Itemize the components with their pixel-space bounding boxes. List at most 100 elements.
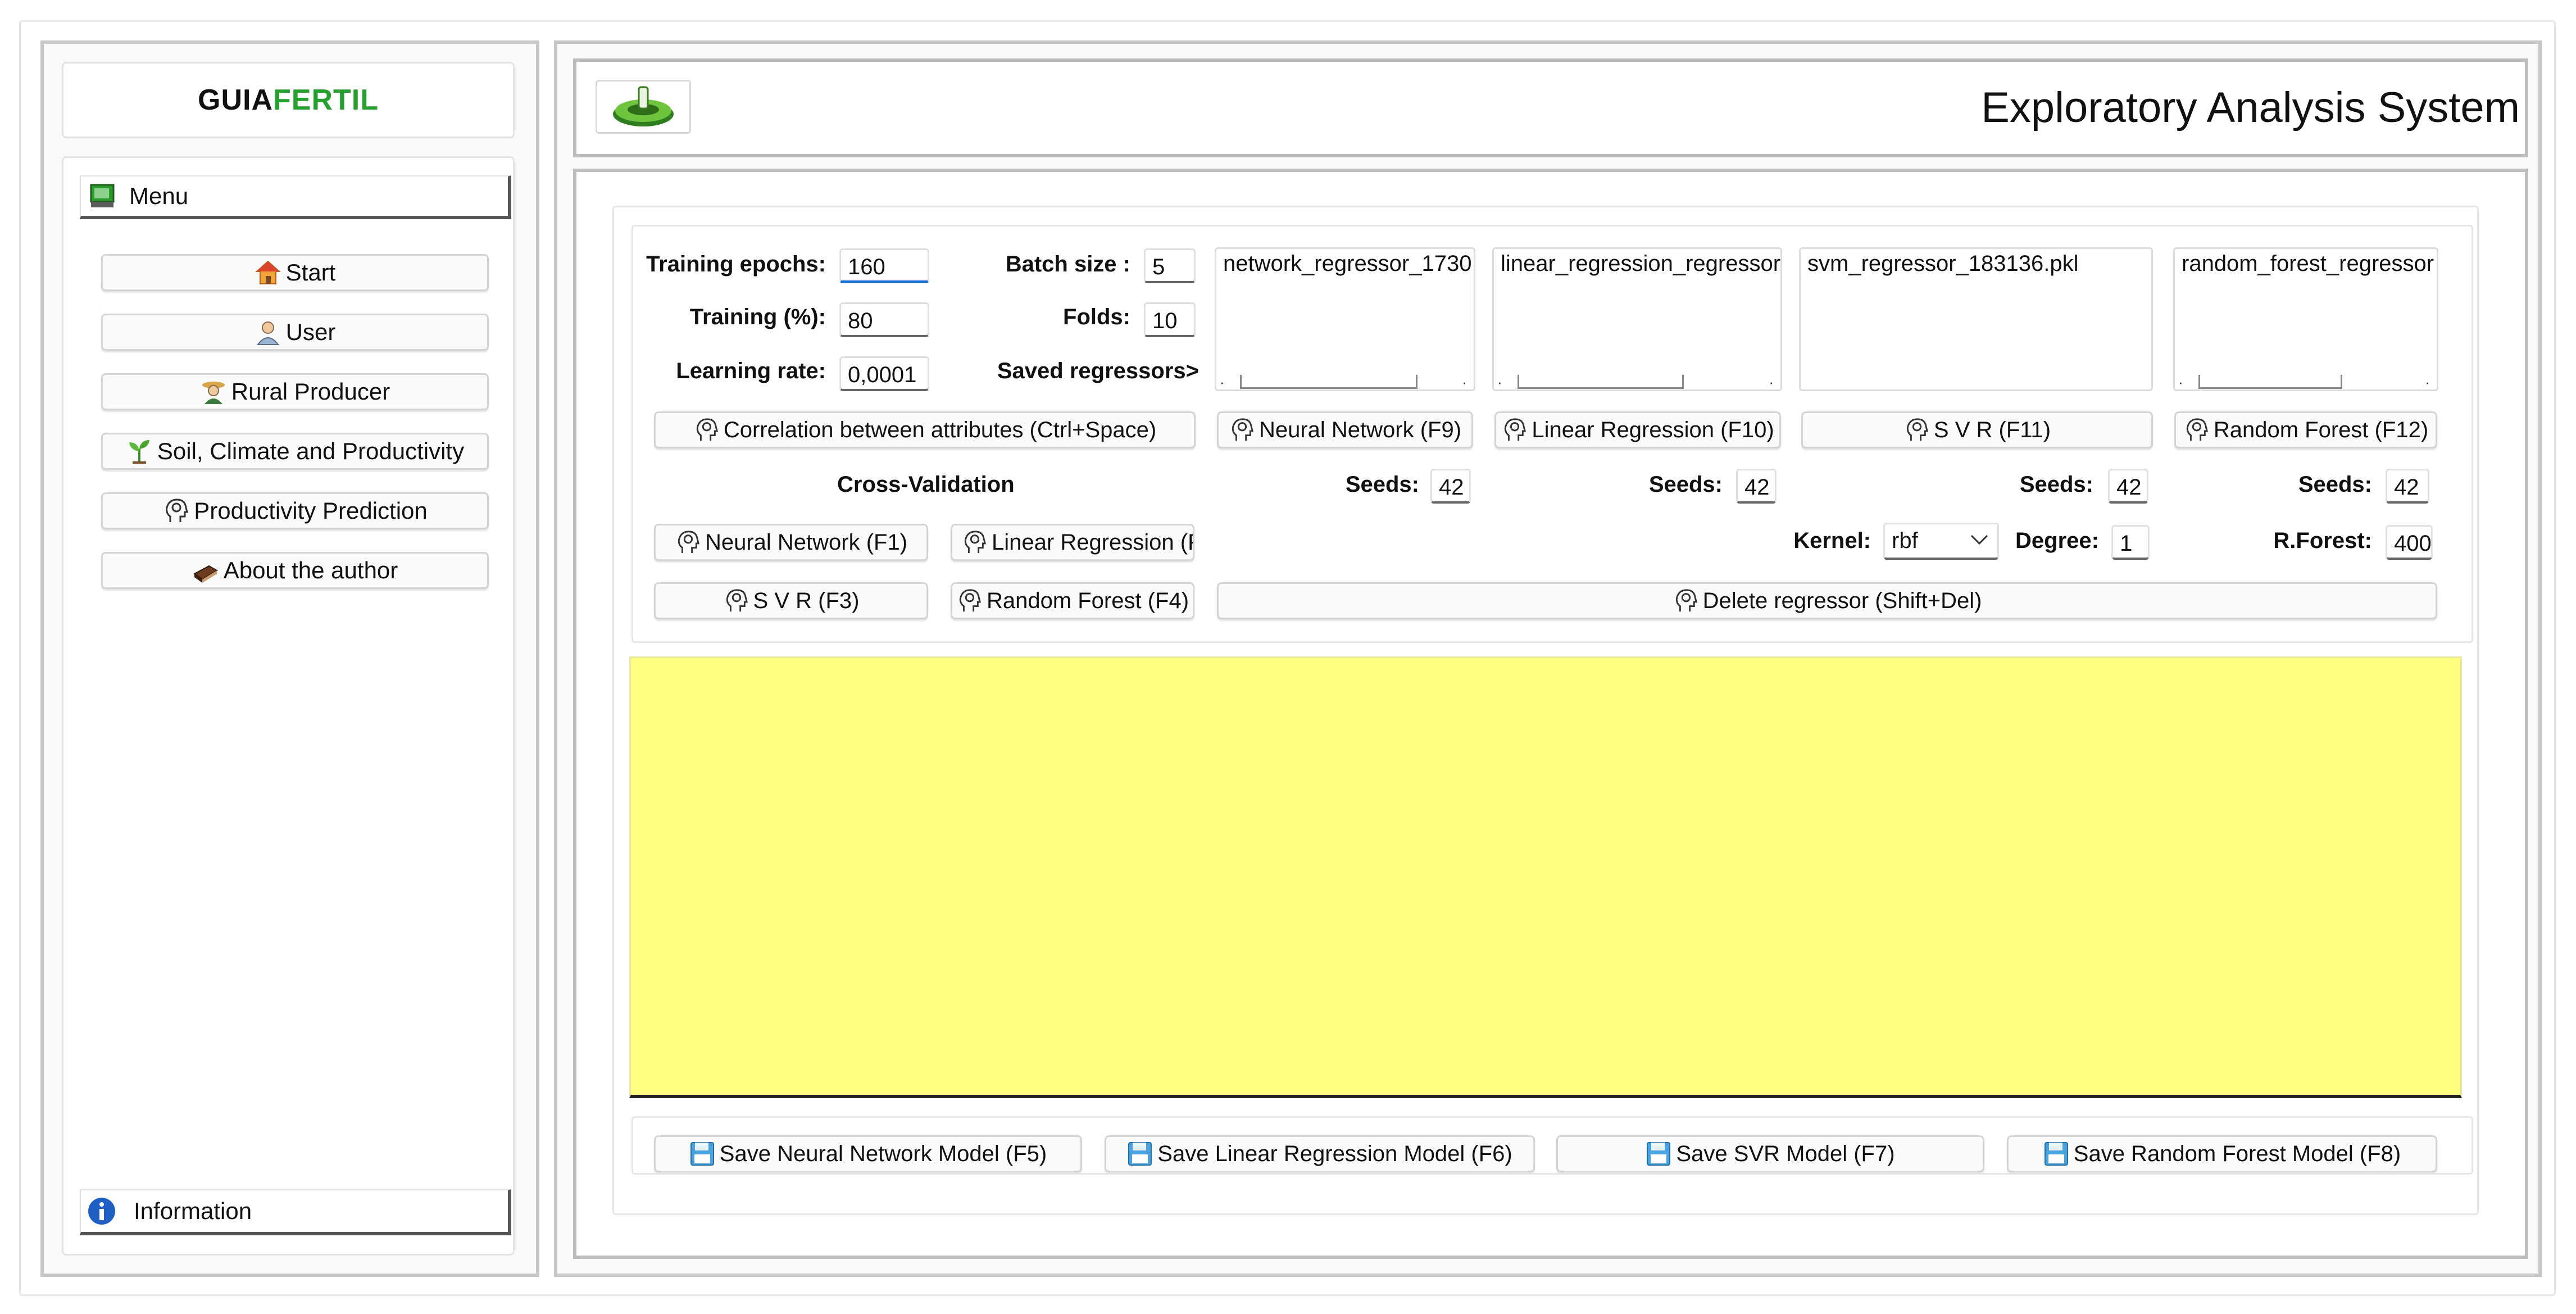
degree-input[interactable]: 1 xyxy=(2111,525,2150,560)
degree-label: Degree: xyxy=(2015,528,2099,553)
power-icon xyxy=(613,86,674,126)
seeds-input-linear-regression[interactable]: 42 xyxy=(1736,469,1777,504)
button-label: Neural Network (F9) xyxy=(1259,417,1462,442)
button-label: Linear Regression (F2 xyxy=(992,529,1194,555)
brain-head-icon xyxy=(675,529,701,555)
button-label: Correlation between attributes (Ctrl+Spa… xyxy=(723,417,1157,442)
menu-icon xyxy=(89,183,116,210)
brain-head-icon xyxy=(723,588,749,614)
learning-rate-input[interactable]: 0,0001 xyxy=(839,356,929,391)
kernel-select[interactable]: rbf xyxy=(1883,523,1999,560)
save-random-forest-button[interactable]: Save Random Forest Model (F8) xyxy=(2007,1135,2437,1172)
cv-svr-button[interactable]: S V R (F3) xyxy=(654,582,928,619)
seeds-label: Seeds: xyxy=(1648,472,1723,497)
seeds-label: Seeds: xyxy=(2019,472,2093,497)
cv-random-forest-button[interactable]: Random Forest (F4) xyxy=(951,582,1194,619)
brand-part1: GUIA xyxy=(198,84,273,116)
brain-head-icon xyxy=(1673,588,1698,614)
brand-logo: GUIA FERTIL xyxy=(62,62,515,138)
rforest-label: R.Forest: xyxy=(2273,528,2372,553)
folds-label: Folds: xyxy=(1063,305,1130,329)
learning-rate-label: Learning rate: xyxy=(676,359,826,383)
button-label: Save Random Forest Model (F8) xyxy=(2073,1141,2401,1166)
brain-head-icon xyxy=(1903,417,1929,443)
linear-regression-regressor-list[interactable]: linear_regression_regressor · · xyxy=(1492,247,1782,391)
brain-head-icon xyxy=(693,417,719,443)
list-item[interactable]: svm_regressor_183136.pkl xyxy=(1807,251,2145,277)
cross-validation-label: Cross-Validation xyxy=(837,472,1015,497)
sidebar-item-label: Start xyxy=(285,259,336,286)
button-label: S V R (F11) xyxy=(1933,417,2051,442)
training-epochs-input[interactable]: 160 xyxy=(839,248,929,283)
train-neural-network-button[interactable]: Neural Network (F9) xyxy=(1217,411,1473,448)
sidebar-item-soil-climate-productivity[interactable]: Soil, Climate and Productivity xyxy=(101,433,489,470)
kernel-label: Kernel: xyxy=(1793,528,1871,553)
floppy-disk-icon xyxy=(1127,1141,1153,1167)
train-random-forest-button[interactable]: Random Forest (F12) xyxy=(2174,411,2437,448)
seeds-input-neural-network[interactable]: 42 xyxy=(1430,469,1471,504)
training-pct-input[interactable]: 80 xyxy=(839,302,929,337)
kernel-value: rbf xyxy=(1892,528,1918,553)
sidebar-item-label: About the author xyxy=(223,557,398,583)
sidebar-item-productivity-prediction[interactable]: Productivity Prediction xyxy=(101,492,489,529)
seeds-input-svr[interactable]: 42 xyxy=(2108,469,2148,504)
chevron-down-icon xyxy=(1968,528,1991,554)
sidebar-item-rural-producer[interactable]: Rural Producer xyxy=(101,373,489,410)
sprout-icon xyxy=(126,438,153,465)
neural-network-regressor-list[interactable]: network_regressor_1730 · · xyxy=(1215,247,1475,391)
sidebar-item-label: Rural Producer xyxy=(231,378,390,405)
save-svr-button[interactable]: Save SVR Model (F7) xyxy=(1556,1135,1984,1172)
information-button[interactable]: Information xyxy=(80,1189,511,1235)
button-label: Random Forest (F12) xyxy=(2213,417,2429,442)
list-item[interactable]: random_forest_regressor xyxy=(2182,251,2434,277)
brain-head-icon xyxy=(1229,417,1255,443)
sidebar-item-label: User xyxy=(285,319,336,345)
floppy-disk-icon xyxy=(1646,1141,1671,1167)
seeds-label: Seeds: xyxy=(2298,472,2372,497)
svr-regressor-list[interactable]: svm_regressor_183136.pkl xyxy=(1799,247,2153,391)
sidebar-item-start[interactable]: Start xyxy=(101,254,489,291)
list-item[interactable]: network_regressor_1730 xyxy=(1223,251,1471,277)
cv-neural-network-button[interactable]: Neural Network (F1) xyxy=(654,524,928,561)
page-title: Exploratory Analysis System xyxy=(1981,84,2520,132)
brand-part2: FERTIL xyxy=(273,84,379,116)
book-icon xyxy=(192,557,219,584)
train-svr-button[interactable]: S V R (F11) xyxy=(1801,411,2153,448)
folds-input[interactable]: 10 xyxy=(1144,302,1196,337)
information-label: Information xyxy=(134,1198,252,1224)
batch-size-label: Batch size : xyxy=(1005,252,1130,277)
batch-size-input[interactable]: 5 xyxy=(1144,248,1196,283)
button-label: Linear Regression (F10) xyxy=(1532,417,1774,442)
button-label: Save Neural Network Model (F5) xyxy=(719,1141,1047,1166)
random-forest-regressor-list[interactable]: random_forest_regressor · · xyxy=(2173,247,2438,391)
horizontal-scrollbar[interactable]: · · xyxy=(2178,374,2433,389)
save-neural-network-button[interactable]: Save Neural Network Model (F5) xyxy=(654,1135,1082,1172)
train-linear-regression-button[interactable]: Linear Regression (F10) xyxy=(1494,411,1781,448)
save-linear-regression-button[interactable]: Save Linear Regression Model (F6) xyxy=(1105,1135,1535,1172)
cv-linear-regression-button[interactable]: Linear Regression (F2 xyxy=(951,524,1194,561)
seeds-label: Seeds: xyxy=(1345,472,1419,497)
rforest-input[interactable]: 400 xyxy=(2386,525,2433,560)
output-text-area[interactable] xyxy=(629,656,2462,1098)
farmer-icon xyxy=(200,378,227,405)
brain-head-icon xyxy=(1501,417,1527,443)
user-icon xyxy=(255,319,281,346)
sidebar-item-about-author[interactable]: About the author xyxy=(101,552,489,589)
button-label: Neural Network (F1) xyxy=(705,529,908,555)
button-label: S V R (F3) xyxy=(753,588,860,613)
menu-header-button[interactable]: Menu xyxy=(80,175,511,219)
power-logo xyxy=(596,80,691,134)
horizontal-scrollbar[interactable]: · · xyxy=(1220,374,1470,389)
sidebar-item-label: Soil, Climate and Productivity xyxy=(157,438,465,464)
correlation-button[interactable]: Correlation between attributes (Ctrl+Spa… xyxy=(654,411,1196,448)
list-item[interactable]: linear_regression_regressor xyxy=(1501,251,1780,277)
sidebar-item-label: Productivity Prediction xyxy=(194,497,428,524)
button-label: Delete regressor (Shift+Del) xyxy=(1702,588,1982,613)
horizontal-scrollbar[interactable]: · · xyxy=(1497,374,1777,389)
button-label: Random Forest (F4) xyxy=(986,588,1189,613)
seeds-input-random-forest[interactable]: 42 xyxy=(2386,469,2429,504)
house-icon xyxy=(255,259,281,286)
delete-regressor-button[interactable]: Delete regressor (Shift+Del) xyxy=(1217,582,2437,619)
menu-label: Menu xyxy=(129,183,189,209)
sidebar-item-user[interactable]: User xyxy=(101,314,489,351)
